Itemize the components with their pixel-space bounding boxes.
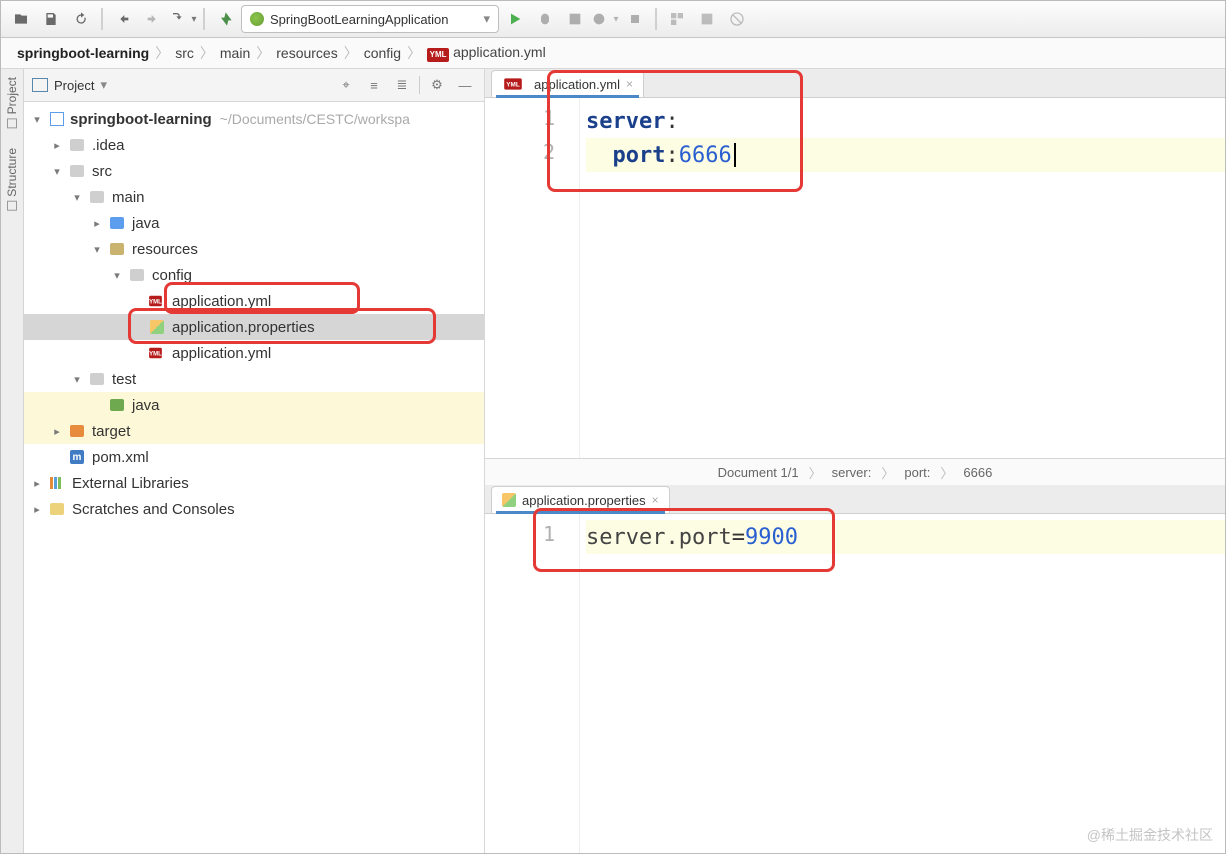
tree-dir-java[interactable]: ▸java <box>24 210 484 236</box>
tree-external-libs[interactable]: ▸External Libraries <box>24 470 484 496</box>
coverage-icon[interactable] <box>561 5 589 33</box>
tree-dir-test[interactable]: ▾test <box>24 366 484 392</box>
properties-icon <box>502 493 516 507</box>
status-doc: Document 1/1 <box>718 465 799 480</box>
back-icon[interactable] <box>109 5 137 33</box>
collapse-all-icon[interactable]: ≣ <box>391 74 413 96</box>
editor-tabbar-top: YML application.yml × <box>485 69 1225 98</box>
tab-application-properties[interactable]: application.properties × <box>491 486 670 513</box>
forward-icon[interactable] <box>139 5 167 33</box>
project-title: Project <box>54 78 94 93</box>
debug-icon[interactable] <box>531 5 559 33</box>
editor-statusbar: Document 1/1〉 server:〉 port:〉 6666 <box>485 458 1225 485</box>
crumb[interactable]: resources <box>270 45 343 61</box>
run-config-select[interactable]: SpringBootLearningApplication ▾ <box>241 5 499 33</box>
crumb-file[interactable]: YMLapplication.yml <box>421 44 552 62</box>
tree-root[interactable]: ▾springboot-learning~/Documents/CESTC/wo… <box>24 106 484 132</box>
tree-dir-idea[interactable]: ▸.idea <box>24 132 484 158</box>
editor-area: YML application.yml × 1 2 server: port: … <box>485 69 1225 853</box>
build-icon[interactable] <box>211 5 239 33</box>
status-key2: port: <box>904 465 930 480</box>
tree-dir-config[interactable]: ▾config <box>24 262 484 288</box>
project-tool-tab[interactable]: Project <box>5 77 19 128</box>
tree-dir-target[interactable]: ▸target <box>24 418 484 444</box>
tab-label: application.yml <box>534 77 620 92</box>
run-icon[interactable] <box>501 5 529 33</box>
tab-label: application.properties <box>522 493 646 508</box>
crumb[interactable]: config <box>358 45 407 61</box>
tab-application-yml[interactable]: YML application.yml × <box>491 70 644 97</box>
editor-tabbar-bottom: application.properties × <box>485 485 1225 514</box>
structure-tool-tab[interactable]: Structure <box>5 148 19 211</box>
separator <box>203 8 205 30</box>
caret <box>734 143 736 167</box>
spring-icon <box>250 12 264 26</box>
crumb[interactable]: main <box>214 45 256 61</box>
tree-dir-resources[interactable]: ▾resources <box>24 236 484 262</box>
close-icon[interactable]: × <box>626 77 633 91</box>
close-icon[interactable]: × <box>652 493 659 507</box>
watermark: @稀土掘金技术社区 <box>1087 825 1213 845</box>
project-tree[interactable]: ▾springboot-learning~/Documents/CESTC/wo… <box>24 102 484 853</box>
separator <box>101 8 103 30</box>
project-view-icon <box>32 78 48 92</box>
code-area[interactable]: server.port=9900 <box>580 514 1225 853</box>
editor-properties[interactable]: 1 server.port=9900 <box>485 514 1225 853</box>
layout-icon[interactable] <box>663 5 691 33</box>
image-icon[interactable] <box>693 5 721 33</box>
tree-file-app-yml-res[interactable]: YMLapplication.yml <box>24 340 484 366</box>
disabled-icon[interactable] <box>723 5 751 33</box>
tree-dir-main[interactable]: ▾main <box>24 184 484 210</box>
editor-yml[interactable]: 1 2 server: port: 6666 <box>485 98 1225 458</box>
chevron-down-icon: ▾ <box>483 11 490 27</box>
tree-file-app-properties[interactable]: application.properties <box>24 314 484 340</box>
main-toolbar: SpringBootLearningApplication ▾ <box>1 1 1225 38</box>
breadcrumb: springboot-learning〉 src〉 main〉 resource… <box>1 38 1225 69</box>
refresh-icon[interactable] <box>67 5 95 33</box>
chevron-down-icon[interactable]: ▾ <box>100 77 107 93</box>
tree-dir-java-test[interactable]: java <box>24 392 484 418</box>
project-header: Project ▾ ⌖ ≡ ≣ ⚙ — <box>24 69 484 102</box>
left-tool-strip: Project Structure <box>1 69 24 853</box>
crumb[interactable]: src <box>169 45 200 61</box>
tree-scratches[interactable]: ▸Scratches and Consoles <box>24 496 484 522</box>
app-window: SpringBootLearningApplication ▾ springbo… <box>0 0 1226 854</box>
gutter: 1 <box>485 514 580 853</box>
stop-icon[interactable] <box>621 5 649 33</box>
vcs-icon[interactable] <box>169 5 197 33</box>
status-key1: server: <box>832 465 872 480</box>
yml-icon: YML <box>427 48 449 62</box>
gear-icon[interactable]: ⚙ <box>426 74 448 96</box>
hide-icon[interactable]: — <box>454 74 476 96</box>
save-icon[interactable] <box>37 5 65 33</box>
gutter: 1 2 <box>485 98 580 458</box>
tree-file-app-yml-config[interactable]: YMLapplication.yml <box>24 288 484 314</box>
code-area[interactable]: server: port: 6666 <box>580 98 1225 458</box>
open-icon[interactable] <box>7 5 35 33</box>
crumb-root[interactable]: springboot-learning <box>11 45 155 61</box>
yml-icon: YML <box>504 78 522 89</box>
tree-dir-src[interactable]: ▾src <box>24 158 484 184</box>
tree-file-pom[interactable]: mpom.xml <box>24 444 484 470</box>
locate-icon[interactable]: ⌖ <box>335 74 357 96</box>
status-val: 6666 <box>963 465 992 480</box>
run-config-label: SpringBootLearningApplication <box>270 12 449 27</box>
project-panel: Project ▾ ⌖ ≡ ≣ ⚙ — ▾springboot-learning… <box>24 69 485 853</box>
body: Project Structure Project ▾ ⌖ ≡ ≣ ⚙ — ▾s… <box>1 69 1225 853</box>
profile-icon[interactable] <box>591 5 619 33</box>
expand-all-icon[interactable]: ≡ <box>363 74 385 96</box>
separator <box>655 8 657 30</box>
